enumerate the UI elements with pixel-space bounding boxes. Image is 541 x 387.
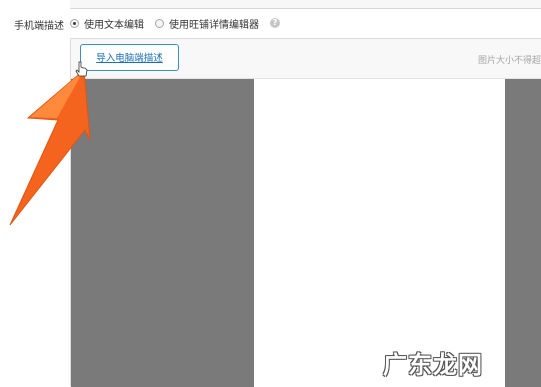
radio-text-editor-label[interactable]: 使用文本编辑 [84, 16, 144, 31]
radio-detail-editor-label[interactable]: 使用旺铺详情编辑器 [169, 16, 259, 31]
import-pc-description-button[interactable]: 导入电脑端描述 [80, 44, 179, 71]
top-border-strip [70, 0, 541, 9]
editor-page-area[interactable] [254, 79, 505, 387]
editor-canvas[interactable] [71, 79, 541, 387]
image-size-note: 图片大小不得超 [477, 56, 541, 66]
mobile-description-label: 手机端描述 [14, 21, 64, 32]
radio-detail-editor[interactable] [155, 18, 164, 28]
editor-mode-radio-group: 使用文本编辑 使用旺铺详情编辑器 ? [70, 16, 280, 31]
watermark-text: 广东龙网 [383, 350, 483, 379]
question-circle-icon[interactable]: ? [270, 18, 280, 28]
editor-toolbar: 导入电脑端描述 图片大小不得超 [71, 39, 541, 79]
radio-text-editor[interactable] [70, 18, 79, 28]
mobile-description-editor: 导入电脑端描述 图片大小不得超 [70, 38, 541, 387]
